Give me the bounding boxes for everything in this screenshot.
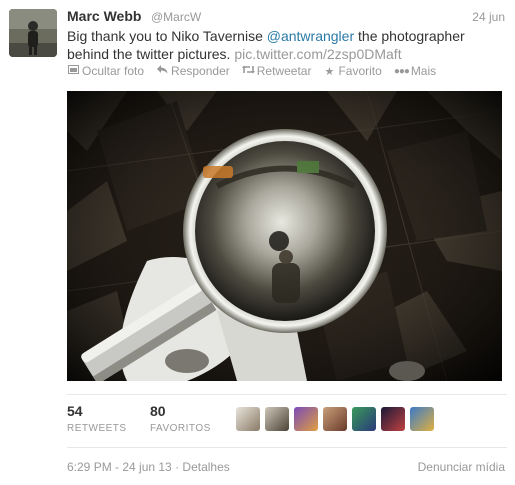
retweet-label: Retweetar (256, 64, 312, 78)
favorites-count: 80 (150, 403, 166, 419)
favoriter-avatar[interactable] (410, 407, 434, 431)
favoriter-avatar[interactable] (294, 407, 318, 431)
user-handle[interactable]: @MarcW (151, 10, 201, 24)
reply-button[interactable]: Responder (156, 64, 230, 78)
favoriter-avatar[interactable] (236, 407, 260, 431)
tweet-text-part1: Big thank you to Niko Tavernise (67, 28, 267, 44)
more-label: Mais (410, 64, 437, 78)
retweets-count: 54 (67, 403, 83, 419)
favoriter-avatar[interactable] (352, 407, 376, 431)
tweet-timestamp[interactable]: 6:29 PM - 24 jun 13 (67, 460, 172, 474)
details-link[interactable]: Detalhes (182, 460, 229, 474)
footer-meta: 6:29 PM - 24 jun 13 · Detalhes (67, 460, 230, 474)
tweet-actions: Ocultar foto Responder Retweetar ★ Favor… (67, 64, 448, 78)
favoriter-avatar[interactable] (381, 407, 405, 431)
divider-top (67, 394, 507, 395)
favoriter-avatar[interactable] (265, 407, 289, 431)
hide-photo-button[interactable]: Ocultar foto (67, 64, 144, 78)
more-button[interactable]: ●●● Mais (394, 64, 436, 78)
tweet-text: Big thank you to Niko Tavernise @antwran… (67, 27, 507, 63)
divider-bottom (67, 447, 507, 448)
favoriters-avatars (236, 407, 439, 431)
favorite-label: Favorito (338, 64, 382, 78)
pic-link[interactable]: pic.twitter.com/2zsp0DMaft (234, 46, 401, 62)
favorite-button[interactable]: ★ Favorito (323, 64, 382, 78)
hide-photo-label: Ocultar foto (82, 64, 145, 78)
photo-icon (67, 65, 79, 77)
user-name[interactable]: Marc Webb (67, 8, 141, 24)
retweets-stat[interactable]: 54 RETWEETS (67, 403, 127, 434)
avatar[interactable] (9, 9, 57, 57)
tweet-date[interactable]: 24 jun (472, 10, 505, 24)
separator-dot: · (175, 460, 180, 474)
favorites-stat[interactable]: 80 FAVORITOS (150, 403, 211, 434)
retweet-button[interactable]: Retweetar (241, 64, 312, 78)
more-icon: ●●● (393, 65, 410, 77)
retweet-icon (241, 65, 255, 77)
favoriter-avatar[interactable] (323, 407, 347, 431)
report-media-link[interactable]: Denunciar mídia (418, 460, 505, 474)
mention-link[interactable]: @antwrangler (267, 28, 354, 44)
star-icon: ★ (324, 65, 335, 78)
favorites-label: FAVORITOS (150, 423, 211, 434)
tweet-photo[interactable] (67, 91, 502, 381)
retweets-label: RETWEETS (67, 423, 127, 434)
reply-label: Responder (171, 64, 230, 78)
reply-icon (156, 65, 168, 77)
